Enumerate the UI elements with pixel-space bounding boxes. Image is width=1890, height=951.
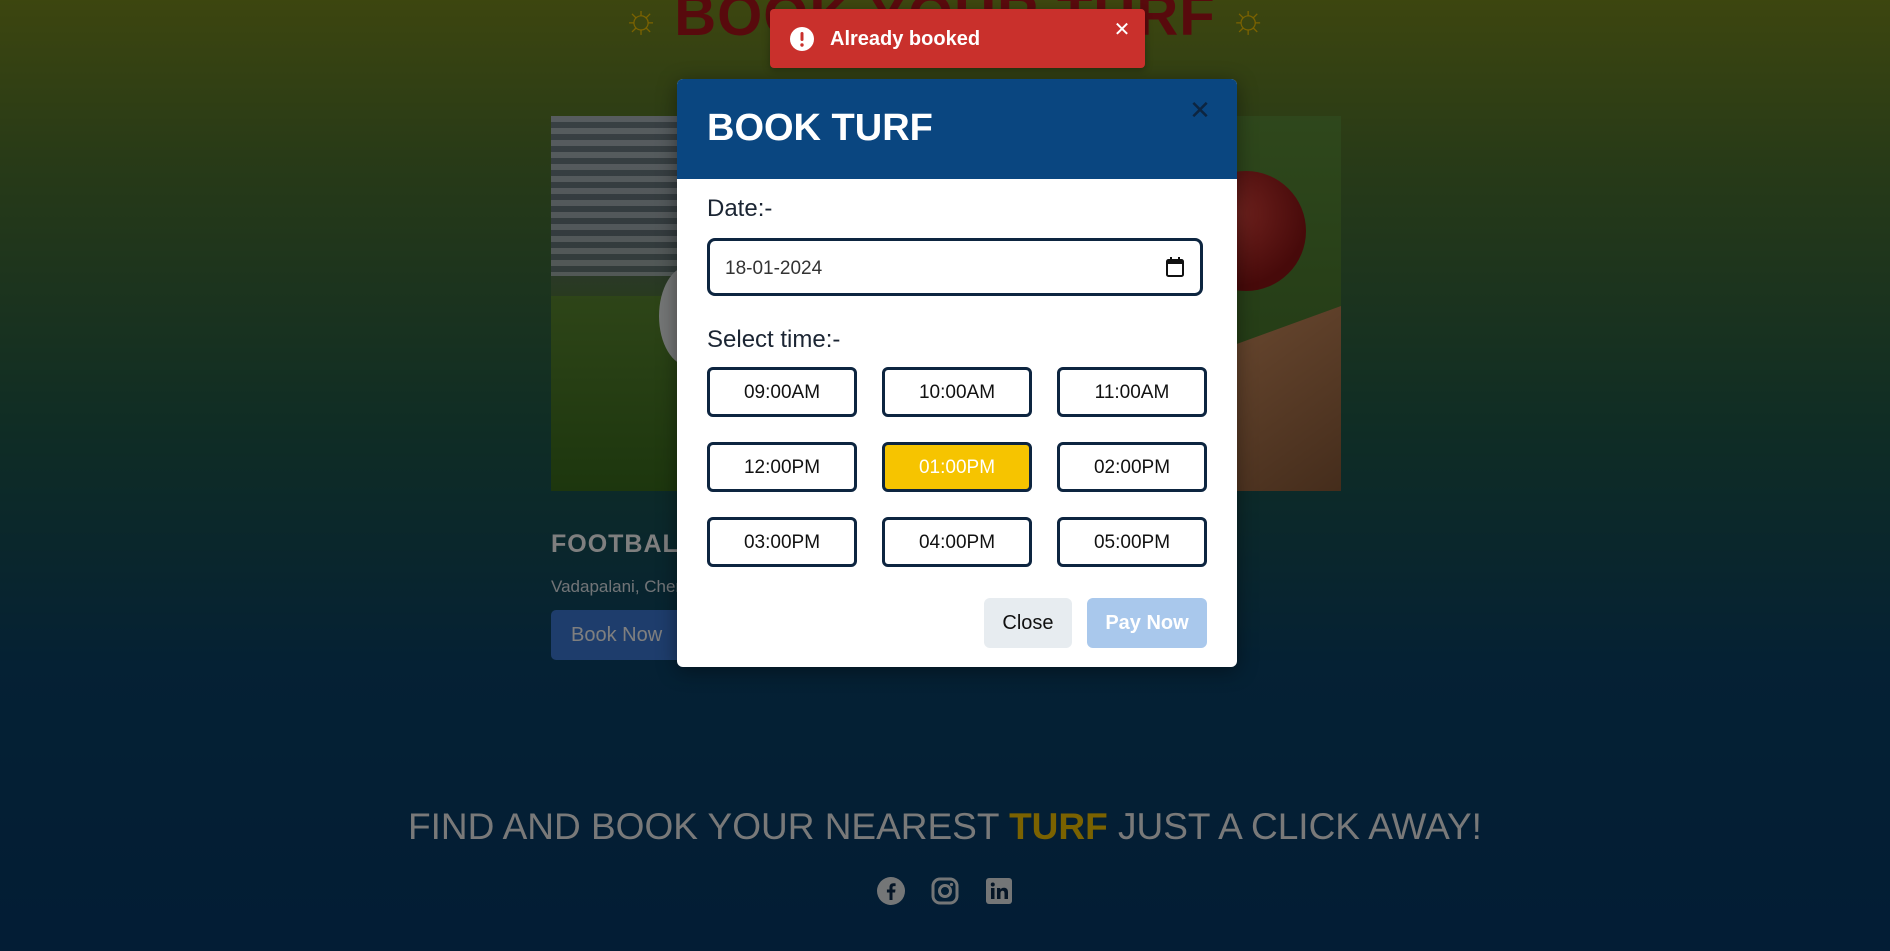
toast-message: Already booked <box>830 28 981 50</box>
page: ☼BOOK YOUR TURF☼ FOOTBALL Vadapalani, Ch… <box>0 0 1890 951</box>
time-slot[interactable]: 12:00PM <box>707 442 857 492</box>
time-slot[interactable]: 05:00PM <box>1057 517 1207 567</box>
time-slot[interactable]: 04:00PM <box>882 517 1032 567</box>
calendar-icon[interactable] <box>1166 257 1184 277</box>
date-label: Date:- <box>707 195 773 222</box>
time-slot[interactable]: 09:00AM <box>707 367 857 417</box>
close-button[interactable]: Close <box>984 598 1072 648</box>
modal-header: BOOK TURF ✕ <box>677 79 1237 179</box>
modal-title: BOOK TURF <box>707 107 933 149</box>
time-slot-selected[interactable]: 01:00PM <box>882 442 1032 492</box>
time-slot[interactable]: 10:00AM <box>882 367 1032 417</box>
date-input[interactable]: 18-01-2024 <box>707 238 1203 296</box>
pay-now-button[interactable]: Pay Now <box>1087 598 1207 648</box>
error-icon <box>790 27 814 51</box>
close-icon[interactable]: ✕ <box>1185 95 1215 125</box>
time-slot[interactable]: 02:00PM <box>1057 442 1207 492</box>
select-time-label: Select time:- <box>707 326 841 353</box>
book-turf-modal: BOOK TURF ✕ Date:- 18-01-2024 Select tim… <box>677 79 1237 667</box>
toast-close-icon[interactable]: ✕ <box>1111 19 1133 41</box>
time-slot[interactable]: 03:00PM <box>707 517 857 567</box>
date-value: 18-01-2024 <box>725 258 823 279</box>
time-slot[interactable]: 11:00AM <box>1057 367 1207 417</box>
error-toast: Already booked ✕ <box>770 9 1145 68</box>
